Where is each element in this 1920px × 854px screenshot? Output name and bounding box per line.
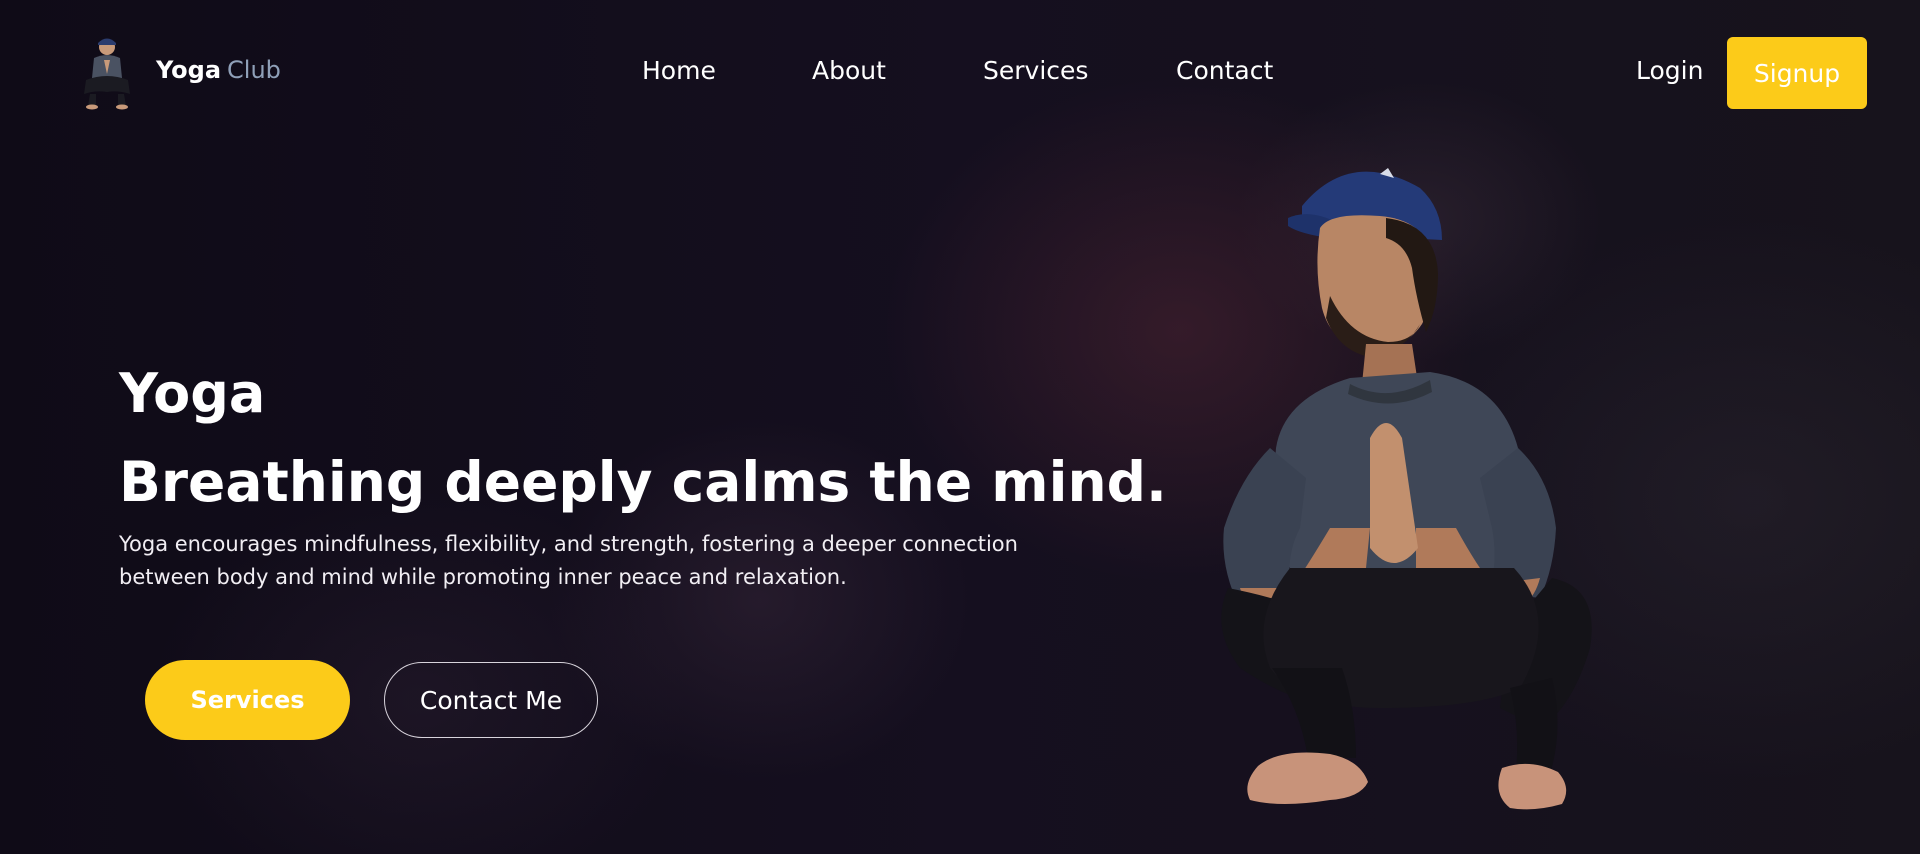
yoga-person-image (1221, 168, 1592, 810)
services-button[interactable]: Services (145, 660, 350, 740)
nav-contact-link[interactable]: Contact (1176, 56, 1273, 85)
contact-me-button[interactable]: Contact Me (384, 662, 598, 738)
brand[interactable]: Yoga Club (78, 34, 281, 110)
hero-kicker: Yoga (119, 362, 266, 425)
brand-name-light: Club (227, 56, 281, 84)
nav-services-link[interactable]: Services (983, 56, 1088, 85)
login-link[interactable]: Login (1636, 56, 1703, 85)
nav-home-link[interactable]: Home (642, 56, 716, 85)
yoga-logo-icon (84, 38, 130, 110)
navbar: Yoga Club Home About Services Contact Log… (0, 0, 1920, 146)
hero-description: Yoga encourages mindfulness, flexibility… (119, 532, 1018, 589)
signup-button[interactable]: Signup (1727, 37, 1867, 109)
brand-name: Yoga Club (156, 56, 281, 84)
hero-title: Breathing deeply calms the mind. (119, 450, 1167, 514)
brand-name-bold: Yoga (156, 56, 222, 84)
nav-about-link[interactable]: About (812, 56, 886, 85)
